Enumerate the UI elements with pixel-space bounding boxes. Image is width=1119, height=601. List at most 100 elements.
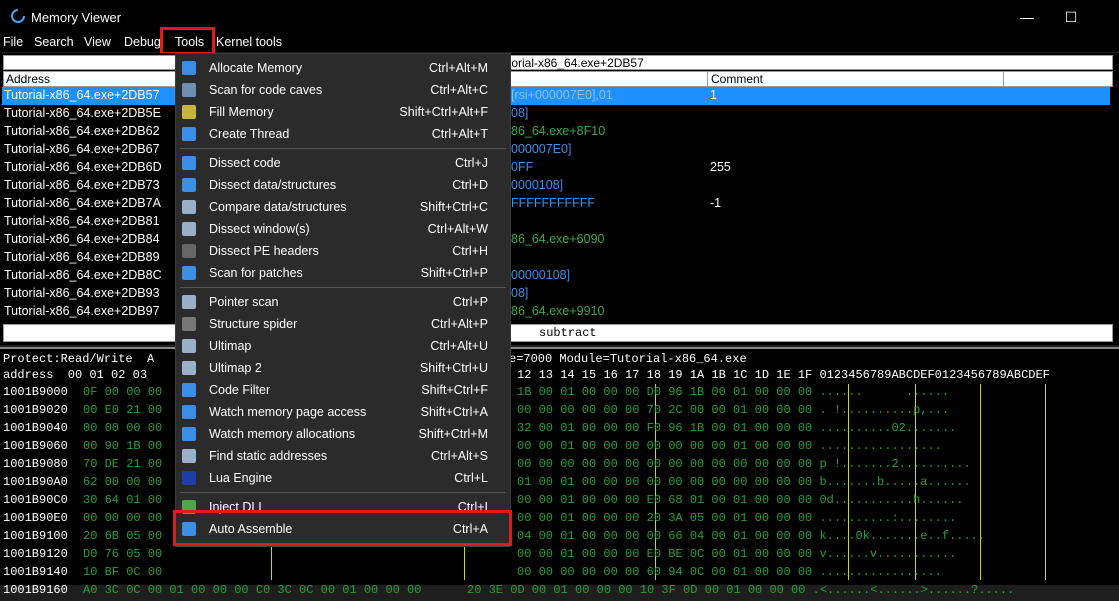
disasm-instruction: FFFFFFFFFFF: [511, 196, 595, 210]
menu-kernel-tools[interactable]: Kernel tools: [216, 33, 282, 52]
code-brackets-icon: [182, 156, 196, 170]
menu-item-shortcut: Ctrl+Alt+T: [431, 127, 488, 141]
menu-separator: [180, 148, 506, 149]
hex-bytes-left[interactable]: 00 E0 21 00: [83, 403, 162, 421]
menu-item-shortcut: Ctrl+D: [452, 178, 488, 192]
disasm-row[interactable]: Tutorial-x86_64.exe+2DB8C 00000108]: [2, 267, 1110, 285]
hex-bytes-right[interactable]: 00 00 00 00 00 00 70 2C 00 00 01 00 00 0…: [517, 403, 949, 421]
disasm-instruction: 08]: [511, 106, 529, 120]
menu-debug[interactable]: Debug: [124, 33, 161, 52]
disasm-row[interactable]: Tutorial-x86_64.exe+2DB97 86_64.exe+9910: [2, 303, 1110, 321]
hex-bytes-right[interactable]: 04 00 01 00 00 00 00 66 04 00 01 00 00 0…: [517, 529, 985, 547]
menu-item-ultimap-2[interactable]: Ultimap 2 Shift+Ctrl+U: [176, 357, 510, 379]
menu-file[interactable]: File: [3, 33, 23, 52]
hex-bytes-right[interactable]: 00 00 00 00 00 00 00 00 00 00 00 00 00 0…: [517, 457, 971, 475]
pe-header-icon: [182, 244, 196, 258]
disasm-instruction: 86_64.exe+9910: [511, 304, 605, 318]
menu-item-fill-memory[interactable]: Fill Memory Shift+Ctrl+Alt+F: [176, 101, 510, 123]
hex-bytes-left[interactable]: 62 00 00 00: [83, 475, 162, 493]
menu-item-dissect-window-s[interactable]: Dissect window(s) Ctrl+Alt+W: [176, 218, 510, 240]
menu-item-label: Compare data/structures: [209, 200, 347, 214]
menu-item-label: Dissect code: [209, 156, 281, 170]
hex-bytes-left[interactable]: 10 BF 0C 00: [83, 565, 162, 583]
hex-bytes-right[interactable]: 00 00 01 00 00 00 E0 68 01 00 01 00 00 0…: [517, 493, 963, 511]
disasm-comment: 1: [710, 88, 717, 102]
disasm-address: Tutorial-x86_64.exe+2DB93: [4, 286, 160, 300]
menu-item-code-filter[interactable]: Code Filter Shift+Ctrl+F: [176, 379, 510, 401]
disasm-info-text: torial-x86_64.exe+2DB57: [508, 56, 644, 70]
disasm-row[interactable]: Tutorial-x86_64.exe+2DB93 08]: [2, 285, 1110, 303]
pointer-scan-icon: [182, 295, 196, 309]
menu-item-watch-memory-page-access[interactable]: Watch memory page access Shift+Ctrl+A: [176, 401, 510, 423]
menu-item-dissect-code[interactable]: Dissect code Ctrl+J: [176, 152, 510, 174]
menu-item-label: Watch memory page access: [209, 405, 367, 419]
menu-item-label: Dissect PE headers: [209, 244, 319, 258]
hex-bytes-left[interactable]: 00 00 00 00: [83, 421, 162, 439]
hex-bytes-left[interactable]: 30 64 01 00: [83, 493, 162, 511]
hex-bytes-right[interactable]: 00 00 00 00 00 00 60 94 0C 00 01 00 00 0…: [517, 565, 942, 583]
code-cave-icon: [182, 83, 196, 97]
hex-bytes-right[interactable]: 20 3E 0D 00 01 00 00 00 10 3F 0D 00 01 0…: [467, 583, 1014, 601]
hex-bytes-left[interactable]: 00 00 00 00: [83, 511, 162, 529]
minimize-button[interactable]: —: [1007, 4, 1047, 30]
menu-separator: [180, 287, 506, 288]
menu-item-dissect-data-structures[interactable]: Dissect data/structures Ctrl+D: [176, 174, 510, 196]
disasm-row[interactable]: Tutorial-x86_64.exe+2DB7A FFFFFFFFFFF -1: [2, 195, 1110, 213]
hex-address: 1001B9020: [3, 403, 68, 417]
menu-item-label: Code Filter: [209, 383, 271, 397]
menu-item-compare-data-structures[interactable]: Compare data/structures Shift+Ctrl+C: [176, 196, 510, 218]
hex-bytes-left[interactable]: 70 DE 21 00: [83, 457, 162, 475]
menu-view[interactable]: View: [84, 33, 111, 52]
hex-bytes-right[interactable]: 00 00 01 00 00 00 E0 BE 0C 00 01 00 00 0…: [517, 547, 956, 565]
menu-item-pointer-scan[interactable]: Pointer scan Ctrl+P: [176, 291, 510, 313]
disasm-row[interactable]: Tutorial-x86_64.exe+2DB5E 08]: [2, 105, 1110, 123]
hex-bytes-right[interactable]: 00 00 01 00 00 00 20 3A 05 00 01 00 00 0…: [517, 511, 956, 529]
disasm-comment: -1: [710, 196, 722, 210]
disasm-row[interactable]: Tutorial-x86_64.exe+2DB57 [rsi+000007E0],…: [2, 87, 1110, 105]
disasm-row[interactable]: Tutorial-x86_64.exe+2DB89: [2, 249, 1110, 267]
magnifier-icon: [182, 449, 196, 463]
maximize-button[interactable]: ☐: [1051, 4, 1091, 30]
menu-item-scan-for-patches[interactable]: Scan for patches Shift+Ctrl+P: [176, 262, 510, 284]
disasm-row[interactable]: Tutorial-x86_64.exe+2DB6D 0FF 255: [2, 159, 1110, 177]
menu-item-shortcut: Shift+Ctrl+C: [419, 200, 488, 214]
menu-item-label: Dissect data/structures: [209, 178, 337, 192]
hex-bytes-left[interactable]: A0 3C 0C 00 01 00 00 00 C0 3C 0C 00 01 0…: [83, 583, 421, 601]
menu-item-ultimap[interactable]: Ultimap Ctrl+Alt+U: [176, 335, 510, 357]
header-comment[interactable]: Comment: [711, 72, 763, 86]
menu-item-scan-for-code-caves[interactable]: Scan for code caves Ctrl+Alt+C: [176, 79, 510, 101]
status-text: subtract: [539, 326, 597, 340]
disasm-row[interactable]: Tutorial-x86_64.exe+2DB62 86_64.exe+8F10: [2, 123, 1110, 141]
menu-item-lua-engine[interactable]: Lua Engine Ctrl+L: [176, 467, 510, 489]
menu-item-shortcut: Ctrl+Alt+U: [430, 339, 488, 353]
hex-bytes-left[interactable]: 00 90 1B 00: [83, 439, 162, 457]
disasm-row[interactable]: Tutorial-x86_64.exe+2DB81: [2, 213, 1110, 231]
menu-item-find-static-addresses[interactable]: Find static addresses Ctrl+Alt+S: [176, 445, 510, 467]
disasm-row[interactable]: Tutorial-x86_64.exe+2DB67 000007E0]: [2, 141, 1110, 159]
header-address[interactable]: Address: [6, 72, 50, 86]
menu-item-create-thread[interactable]: Create Thread Ctrl+Alt+T: [176, 123, 510, 145]
menu-item-label: Scan for code caves: [209, 83, 323, 97]
hex-group-separator: [980, 384, 981, 580]
window-title: Memory Viewer: [31, 10, 122, 25]
fill-brush-icon: [182, 105, 196, 119]
hex-bytes-right[interactable]: 32 00 01 00 00 00 F0 96 1B 00 01 00 00 0…: [517, 421, 956, 439]
hex-bytes-left[interactable]: 20 6B 05 00: [83, 529, 162, 547]
disasm-address: Tutorial-x86_64.exe+2DB89: [4, 250, 160, 264]
menu-search[interactable]: Search: [34, 33, 74, 52]
disasm-row[interactable]: Tutorial-x86_64.exe+2DB84 86_64.exe+6090: [2, 231, 1110, 249]
hex-bytes-right[interactable]: 00 00 01 00 00 00 00 00 00 00 01 00 00 0…: [517, 439, 942, 457]
eye-icon: [182, 405, 196, 419]
menu-item-structure-spider[interactable]: Structure spider Ctrl+Alt+P: [176, 313, 510, 335]
hex-bytes-left[interactable]: 0F 00 00 00: [83, 385, 162, 403]
menu-item-shortcut: Shift+Ctrl+F: [421, 383, 488, 397]
disasm-row[interactable]: Tutorial-x86_64.exe+2DB73 0000108]: [2, 177, 1110, 195]
menu-item-watch-memory-allocations[interactable]: Watch memory allocations Shift+Ctrl+M: [176, 423, 510, 445]
hex-bytes-right[interactable]: 01 00 01 00 00 00 00 00 00 00 00 00 00 0…: [517, 475, 971, 493]
menu-item-shortcut: Ctrl+Alt+W: [427, 222, 488, 236]
menu-item-dissect-pe-headers[interactable]: Dissect PE headers Ctrl+H: [176, 240, 510, 262]
hex-bytes-right[interactable]: 1B 00 01 00 00 00 D0 96 1B 00 01 00 00 0…: [517, 385, 949, 403]
menu-item-allocate-memory[interactable]: Allocate Memory Ctrl+Alt+M: [176, 57, 510, 79]
window-search-icon: [182, 222, 196, 236]
hex-bytes-left[interactable]: D0 76 05 00: [83, 547, 162, 565]
